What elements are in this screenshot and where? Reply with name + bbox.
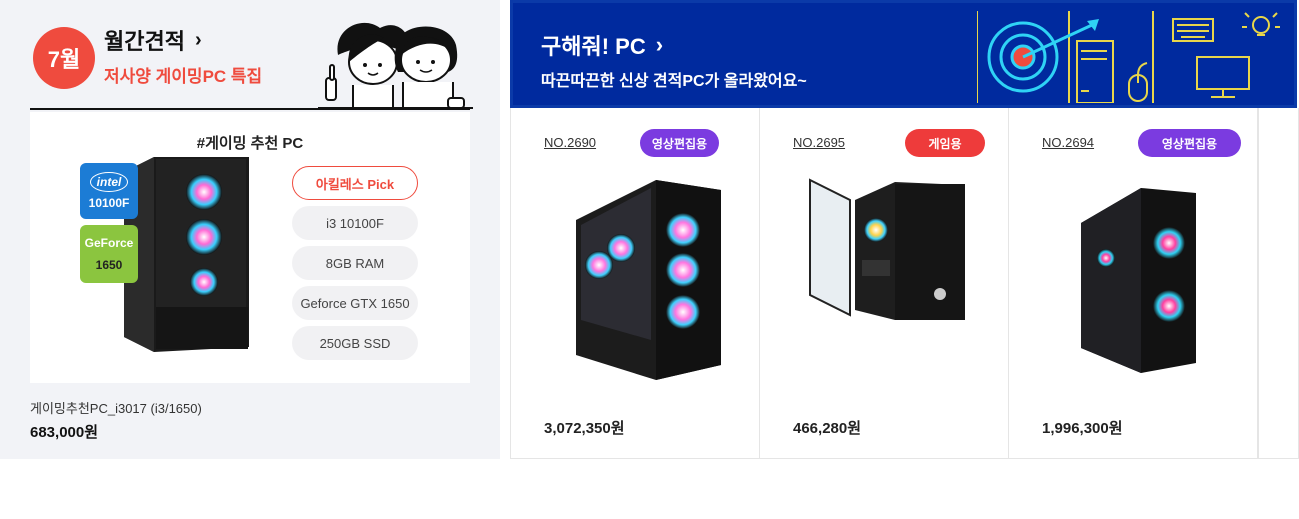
product-image (576, 180, 721, 380)
spec-gpu: Geforce GTX 1650 (292, 286, 418, 320)
monthly-estimate-title-link[interactable]: 월간견적 › (104, 24, 202, 56)
spec-cpu: i3 10100F (292, 206, 418, 240)
banner-title[interactable]: 구해줘! PC › (541, 29, 663, 61)
chevron-right-icon: › (194, 28, 202, 51)
intel-cpu-badge: intel 10100F (80, 163, 138, 219)
product-price: 466,280원 (793, 420, 862, 437)
featured-pc-card[interactable]: #게이밍 추천 PC intel 10100F GeForce 1650 아킬레… (30, 112, 470, 383)
banner-title-text: 구해줘! PC (541, 34, 646, 59)
product-number[interactable]: NO.2695 (793, 135, 845, 150)
monthly-estimate-panel: 7월 월간견적 › 저사양 게이밍PC 특집 #게이밍 추천 PC intel … (0, 0, 500, 459)
product-image (1081, 188, 1196, 373)
gpu-model: 1650 (95, 258, 123, 272)
card-divider (1258, 108, 1259, 458)
monthly-estimate-subtitle: 저사양 게이밍PC 특집 (104, 67, 263, 86)
product-tag: 영상편집용 (640, 129, 719, 157)
featured-product-price: 683,000원 (30, 424, 99, 441)
target-icon (987, 19, 1099, 93)
product-number[interactable]: NO.2694 (1042, 135, 1094, 150)
product-tag: 게임용 (905, 129, 985, 157)
section-divider (30, 108, 470, 110)
geforce-gpu-badge: GeForce 1650 (80, 225, 138, 283)
spec-storage: 250GB SSD (292, 326, 418, 360)
banner-illustration (977, 11, 1280, 103)
banner-background: 구해줘! PC › 따끈따끈한 신상 견적PC가 올라왔어요~ (510, 0, 1297, 108)
product-price: 3,072,350원 (544, 420, 625, 437)
save-me-pc-banner[interactable]: 구해줘! PC › 따끈따끈한 신상 견적PC가 올라왔어요~ (510, 0, 1299, 108)
spec-ram: 8GB RAM (292, 246, 418, 280)
month-badge: 7월 (33, 27, 95, 89)
product-image (809, 178, 965, 320)
featured-product-name[interactable]: 게이밍추천PC_i3017 (i3/1650) (30, 398, 202, 417)
monthly-estimate-title: 월간견적 (104, 29, 185, 54)
lightbulb-icon (1242, 12, 1280, 36)
banner-subtitle: 따끈따끈한 신상 견적PC가 올라왔어요~ (541, 73, 807, 90)
chevron-right-icon: › (655, 32, 664, 57)
product-card[interactable]: NO.2690 영상편집용 3,072,350원 (511, 108, 760, 458)
pick-badge: 아킬레스 Pick (292, 166, 418, 200)
mouse-icon (1128, 62, 1148, 102)
product-card[interactable]: NO.2694 영상편집용 1,996,300원 (1009, 108, 1258, 458)
product-card[interactable]: NO.2695 게임용 466,280원 (760, 108, 1009, 458)
keyboard-icon (1172, 18, 1214, 42)
new-pc-list: NO.2690 영상편집용 3,072,350원 NO.2695 게임용 466… (510, 108, 1299, 459)
pc-tower-icon (1076, 40, 1114, 103)
kids-illustration (318, 22, 473, 109)
product-tag: 영상편집용 (1138, 129, 1241, 157)
feature-heading: #게이밍 추천 PC (196, 135, 304, 152)
geforce-logo-icon: GeForce (84, 236, 134, 250)
intel-logo-icon: intel (89, 172, 129, 192)
product-number[interactable]: NO.2690 (544, 135, 596, 150)
cpu-model: 10100F (88, 196, 130, 210)
monitor-icon (1196, 56, 1250, 98)
product-price: 1,996,300원 (1042, 420, 1123, 437)
